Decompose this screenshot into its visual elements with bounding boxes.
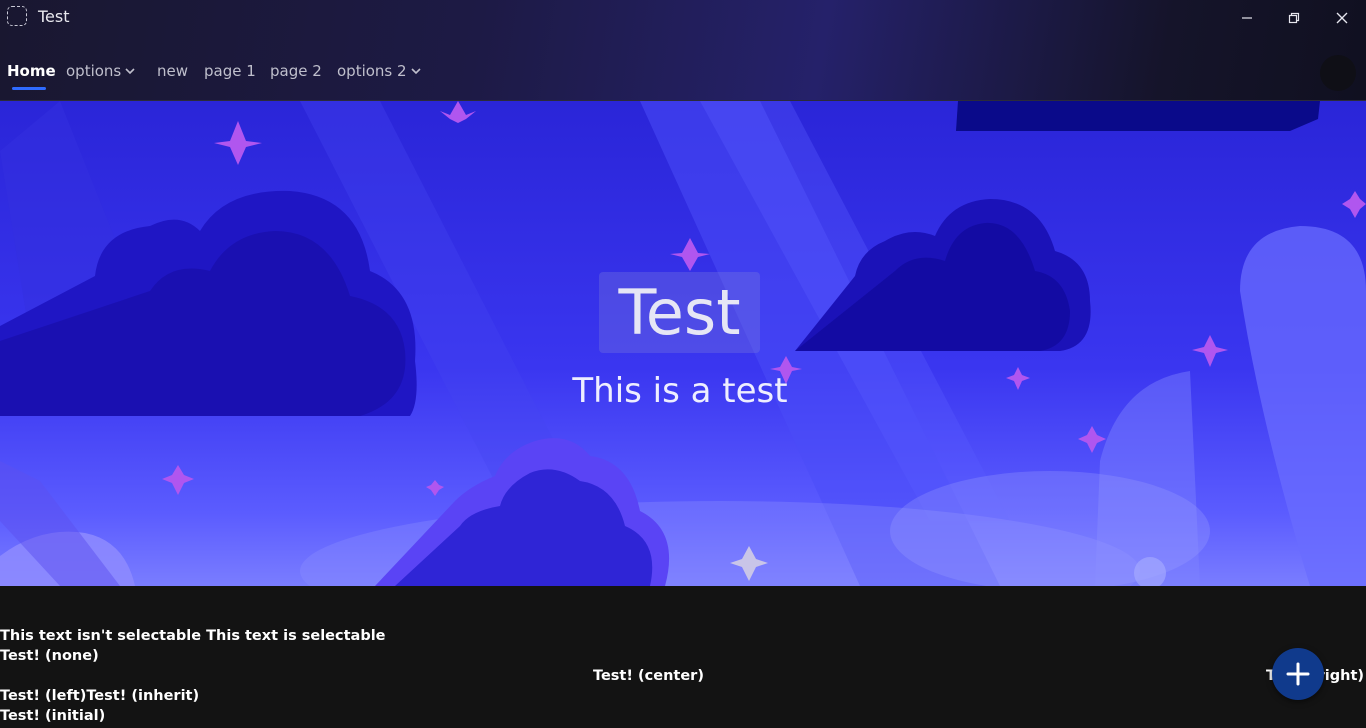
avatar[interactable] xyxy=(1320,55,1356,91)
selectable-text: This text is selectable xyxy=(206,628,386,644)
window-title: Test xyxy=(38,7,70,26)
nav-item-label: options xyxy=(66,62,122,80)
nav-item-new[interactable]: new xyxy=(157,62,188,80)
plus-icon xyxy=(1286,662,1310,686)
close-icon xyxy=(1336,12,1348,24)
restore-icon xyxy=(1288,12,1300,24)
title-bar: Test Home options new page 1 page 2 opti… xyxy=(0,0,1366,101)
text-align-inherit: Test! (inherit) xyxy=(86,688,200,704)
app-placeholder-icon xyxy=(7,6,27,26)
nav-item-label: page 1 xyxy=(204,62,256,80)
non-selectable-text: This text isn't selectable xyxy=(0,628,202,644)
chevron-down-icon xyxy=(410,68,421,75)
text-align-none: Test! (none) xyxy=(0,648,99,664)
hero-banner: Test This is a test xyxy=(0,101,1366,586)
nav-item-label: new xyxy=(157,62,189,80)
nav-item-page-2[interactable]: page 2 xyxy=(270,62,322,80)
restore-button[interactable] xyxy=(1271,0,1317,36)
nav-item-home[interactable]: Home xyxy=(7,62,56,80)
nav-item-label: page 2 xyxy=(270,62,322,80)
add-fab-button[interactable] xyxy=(1272,648,1324,700)
text-align-left: Test! (left) xyxy=(0,688,87,704)
minimize-icon xyxy=(1242,17,1252,19)
active-tab-indicator xyxy=(12,87,46,90)
text-selectability-line: This text isn't selectable This text is … xyxy=(0,628,386,644)
nav-item-label: Home xyxy=(7,62,56,80)
close-button[interactable] xyxy=(1319,0,1365,36)
hero-title: Test xyxy=(618,276,741,349)
text-align-left-line: Test! (left)Test! (inherit) xyxy=(0,688,199,704)
hero-subtitle: This is a test xyxy=(572,371,788,411)
nav-item-page-1[interactable]: page 1 xyxy=(204,62,256,80)
nav-item-label: options 2 xyxy=(337,62,407,80)
minimize-button[interactable] xyxy=(1224,0,1270,36)
nav-item-options-2[interactable]: options 2 xyxy=(337,62,421,80)
chevron-down-icon xyxy=(125,68,135,75)
text-align-center: Test! (center) xyxy=(593,668,704,684)
nav-item-options[interactable]: options xyxy=(66,62,135,80)
text-align-initial: Test! (initial) xyxy=(0,708,106,724)
